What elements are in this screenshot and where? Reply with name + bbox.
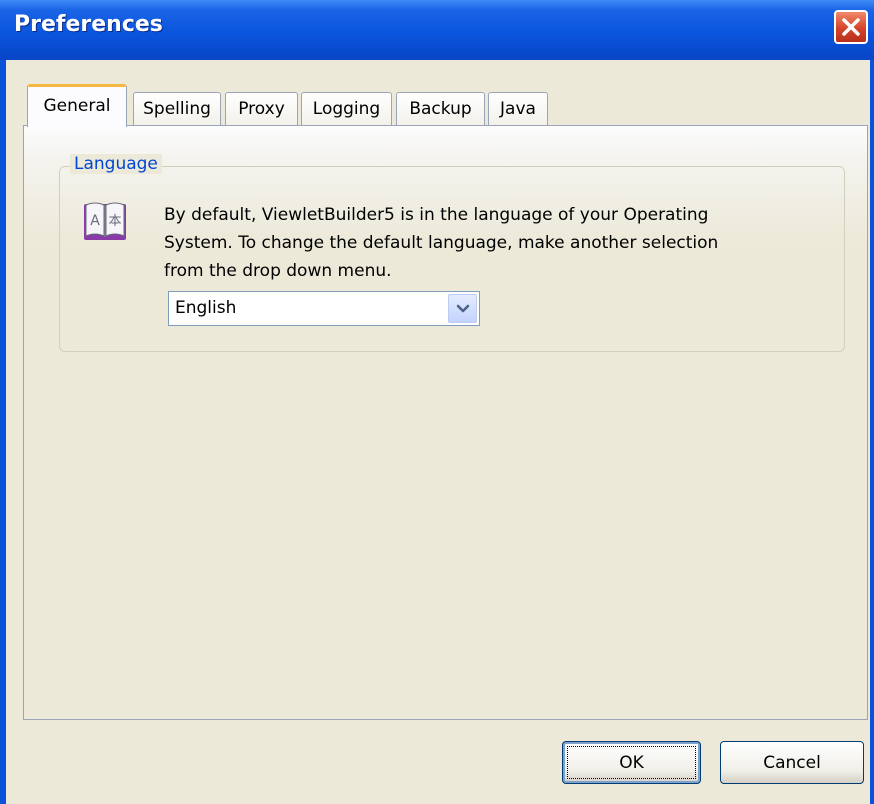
tab-proxy[interactable]: Proxy (225, 92, 298, 125)
svg-text:A: A (90, 213, 100, 229)
general-tab-panel: Language A 本 By default, ViewletBuilder5… (23, 125, 868, 720)
tab-java[interactable]: Java (488, 92, 548, 125)
description-line: from the drop down menu. (164, 261, 392, 281)
close-button[interactable] (834, 10, 868, 44)
title-bar[interactable]: Preferences (0, 0, 874, 60)
ok-button[interactable]: OK (562, 741, 701, 784)
language-group-legend: Language (70, 154, 162, 174)
language-select[interactable]: English (168, 291, 480, 326)
tab-logging[interactable]: Logging (301, 92, 392, 125)
close-icon (842, 18, 860, 36)
language-book-icon: A 本 (84, 202, 126, 240)
tab-backup[interactable]: Backup (396, 92, 485, 125)
focus-ring (567, 746, 696, 779)
language-group: Language A 本 By default, ViewletBuilder5… (59, 154, 845, 352)
tab-spelling[interactable]: Spelling (133, 92, 221, 125)
cancel-button-label: Cancel (763, 752, 821, 773)
language-select-dropdown-button[interactable] (448, 294, 477, 323)
chevron-down-icon (456, 304, 469, 312)
svg-text:本: 本 (108, 214, 121, 229)
preferences-dialog: Preferences General Spelling Proxy Loggi… (0, 0, 874, 804)
language-select-value: English (175, 298, 237, 318)
language-description: By default, ViewletBuilder5 is in the la… (164, 201, 824, 285)
description-line: By default, ViewletBuilder5 is in the la… (164, 205, 709, 225)
description-line: System. To change the default language, … (164, 233, 719, 253)
tab-general[interactable]: General (27, 84, 127, 127)
window-title: Preferences (14, 12, 163, 37)
cancel-button[interactable]: Cancel (720, 741, 864, 784)
